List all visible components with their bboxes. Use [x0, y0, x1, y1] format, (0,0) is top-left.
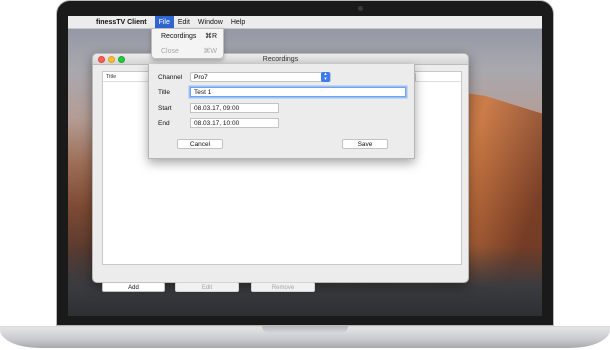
- new-recording-sheet: Channel Pro7 ▴ ▾ Title Test 1 Start 08.03…: [148, 64, 415, 159]
- title-label: Title: [158, 89, 171, 96]
- end-date-field[interactable]: 08.03.17, 10:00: [190, 118, 279, 128]
- menu-file[interactable]: File: [154, 16, 174, 29]
- camera-icon: [358, 6, 363, 11]
- updown-chevron-icon: ▴ ▾: [321, 72, 330, 82]
- title-field[interactable]: Test 1: [190, 87, 406, 97]
- zoom-window-icon[interactable]: [118, 56, 125, 63]
- window-title: Recordings: [262, 56, 299, 63]
- channel-value: Pro7: [194, 74, 208, 81]
- end-label: End: [158, 120, 170, 127]
- minimize-window-icon[interactable]: [108, 56, 115, 63]
- edit-button: Edit: [175, 282, 239, 292]
- start-date-field[interactable]: 08.03.17, 09:00: [190, 103, 279, 113]
- menu-window[interactable]: Window: [194, 16, 227, 29]
- remove-button: Remove: [251, 282, 315, 292]
- menu-item-label: Recordings: [161, 33, 197, 40]
- menu-edit[interactable]: Edit: [174, 16, 194, 29]
- close-window-icon[interactable]: [98, 56, 105, 63]
- add-button[interactable]: Add: [102, 282, 165, 292]
- start-label: Start: [158, 105, 172, 112]
- screen: finessTV Client File Edit Window Help Re…: [68, 16, 542, 316]
- menu-help[interactable]: Help: [227, 16, 249, 29]
- menu-bar: finessTV Client File Edit Window Help: [68, 16, 542, 29]
- menu-item-recordings[interactable]: Recordings ⌘R: [161, 32, 217, 42]
- menu-item-shortcut: ⌘R: [204, 33, 217, 40]
- cancel-button[interactable]: Cancel: [177, 139, 223, 149]
- menu-item-label: Close: [161, 48, 179, 55]
- channel-label: Channel: [158, 74, 183, 81]
- channel-select[interactable]: Pro7 ▴ ▾: [190, 72, 331, 82]
- column-divider: [415, 73, 416, 81]
- column-header-title[interactable]: Title: [106, 72, 116, 82]
- menu-item-close: Close ⌘W: [161, 47, 217, 57]
- laptop-notch: [262, 326, 348, 333]
- menu-app-name[interactable]: finessTV Client: [96, 19, 147, 26]
- file-menu-dropdown: Recordings ⌘R Close ⌘W: [151, 28, 224, 59]
- save-button[interactable]: Save: [342, 139, 388, 149]
- menu-item-shortcut: ⌘W: [203, 48, 217, 55]
